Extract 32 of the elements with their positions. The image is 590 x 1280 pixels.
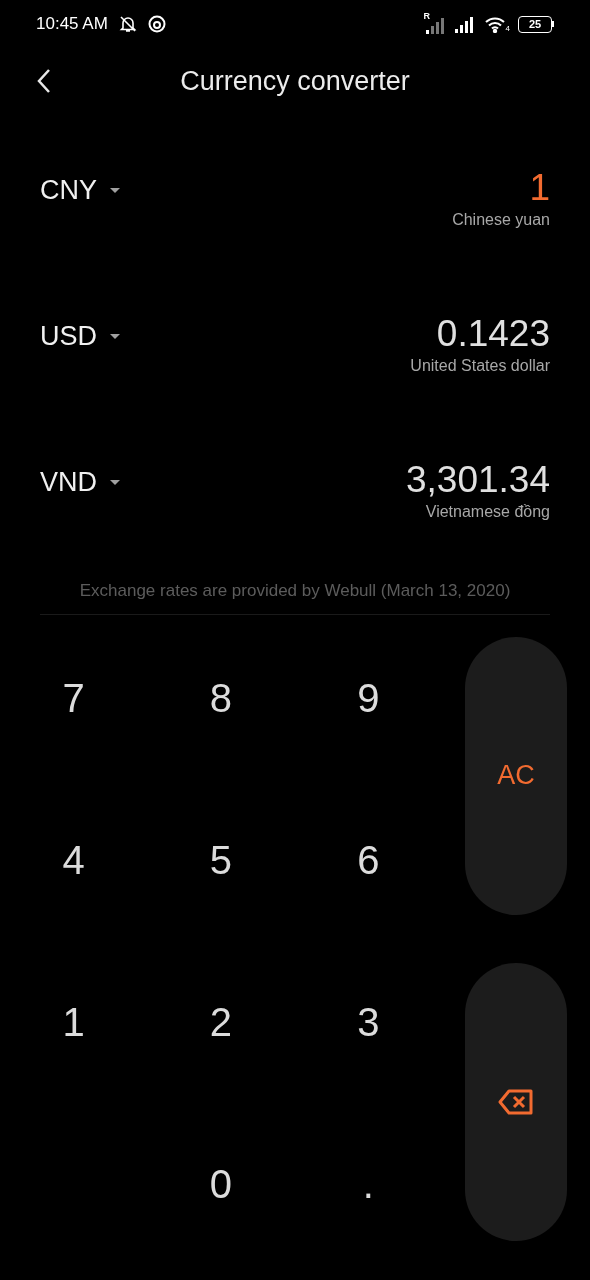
keypad-key[interactable]: 4 — [0, 778, 148, 941]
screen-title: Currency converter — [180, 64, 410, 98]
currency-name: Vietnamese đồng — [425, 502, 550, 522]
keypad-key[interactable]: 1 — [0, 940, 148, 1103]
footnote: Exchange rates are provided by Webull (March 13, 2020) — [78, 580, 512, 602]
clock: 10:45 AM — [36, 13, 108, 36]
keypad-key[interactable]: 2 — [147, 940, 295, 1103]
clear-button[interactable]: AC — [465, 636, 567, 915]
amount-value[interactable]: 0.1423 — [436, 312, 550, 356]
keypad-key[interactable]: 6 — [294, 778, 442, 941]
backspace-icon — [498, 1088, 534, 1115]
currency-selector[interactable]: CNY — [40, 170, 121, 211]
currency-selector[interactable]: USD — [40, 316, 121, 357]
keypad-key[interactable]: 3 — [294, 940, 442, 1103]
signal-icon — [453, 15, 476, 33]
dropdown-caret-icon — [109, 478, 121, 486]
currency-name: Chinese yuan — [452, 210, 550, 230]
battery-icon: 25 — [518, 15, 554, 33]
hotspot-icon — [147, 15, 166, 33]
currency-name: United States dollar — [410, 356, 550, 376]
keypad-key[interactable]: 9 — [294, 616, 442, 779]
dropdown-caret-icon — [109, 186, 121, 194]
muted-bell-icon — [117, 14, 138, 34]
dropdown-caret-icon — [109, 332, 121, 340]
currency-selector[interactable]: VND — [40, 462, 121, 503]
keypad-key[interactable]: 8 — [147, 616, 295, 779]
amount-value[interactable]: 3,301.34 — [405, 458, 550, 502]
keypad-key[interactable]: 7 — [0, 616, 148, 779]
amount-value[interactable]: 1 — [529, 166, 550, 210]
keypad-key[interactable]: . — [294, 1102, 442, 1265]
keypad-key[interactable]: 5 — [147, 778, 295, 941]
keypad-key[interactable]: 0 — [147, 1102, 295, 1265]
